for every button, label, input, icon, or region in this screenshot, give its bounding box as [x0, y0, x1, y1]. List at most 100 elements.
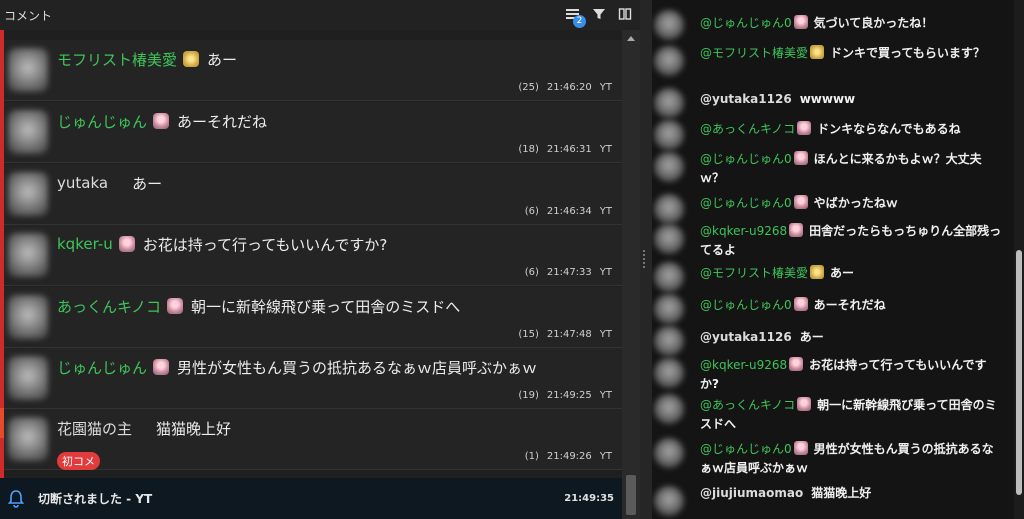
chat-username[interactable]: @じゅんじゅん0	[700, 196, 792, 210]
chat-username[interactable]: @モフリスト椿美愛	[700, 46, 808, 60]
filter-button[interactable]	[590, 5, 608, 23]
chat-message: @モフリスト椿美愛 あー	[700, 264, 1002, 283]
chat-text: ドンキならなんでもあるね	[817, 122, 961, 136]
first-comment-badge: 初コメ	[57, 452, 100, 470]
split-view-button[interactable]	[616, 5, 634, 23]
divider-grip-icon[interactable]	[643, 258, 645, 260]
comment-text: あーそれだね	[177, 112, 268, 131]
chat-username[interactable]: @じゅんじゅん0	[700, 442, 792, 456]
comment-count: (1)	[524, 451, 539, 462]
comment-count: (25)	[518, 82, 539, 93]
bell-icon	[8, 489, 24, 508]
commenter-name[interactable]: あっくんキノコ	[57, 296, 161, 317]
comment-time: 21:46:34	[546, 206, 592, 217]
comment-time: 21:46:31	[546, 144, 592, 155]
comment-meta: (6) 21:46:34 YT	[517, 206, 612, 217]
comment-list[interactable]: モフリスト椿美愛 あー (25) 21:46:20 YT じゅんじゅん あーそれだね (18)…	[0, 30, 622, 478]
emoji-icon	[793, 195, 808, 209]
emoji-icon	[118, 236, 135, 252]
comment-row[interactable]: モフリスト椿美愛 あー (25) 21:46:20 YT	[4, 40, 622, 101]
commenter-name[interactable]: じゅんじゅん	[57, 111, 147, 132]
chat-message: @じゅんじゅん0 やばかったねｗ	[700, 194, 1002, 213]
scroll-up-arrow-icon[interactable]	[627, 36, 635, 41]
avatar	[8, 295, 48, 339]
live-chat-scrollbar-thumb[interactable]	[1016, 250, 1022, 495]
chat-username[interactable]: @モフリスト椿美愛	[700, 266, 808, 280]
chat-text: 気づいて良かったね！	[813, 16, 934, 30]
divider-grip-icon[interactable]	[643, 262, 645, 264]
chat-username[interactable]: @kqker-u9268	[700, 358, 787, 372]
commenter-name[interactable]: じゅんじゅん	[57, 357, 147, 378]
chat-username[interactable]: @kqker-u9268	[700, 224, 787, 238]
comment-panel-header: コメント 2	[0, 0, 640, 30]
comment-time: 21:49:25	[546, 390, 592, 401]
comment-main: kqker-u お花は持って行ってもいいんですか?	[57, 233, 612, 255]
comment-row[interactable]: 花園猫の主 猫猫晚上好初コメ (1) 21:49:26 YT	[4, 409, 622, 470]
chat-username[interactable]: @あっくんキノコ	[700, 122, 795, 136]
avatar	[654, 88, 684, 118]
comment-meta: (1) 21:49:26 YT	[517, 451, 612, 462]
chat-message: @kqker-u9268 田舎だったらもっちゅりん全部残ってるよ	[700, 222, 1002, 260]
emoji-icon	[793, 441, 808, 455]
commenter-name[interactable]: モフリスト椿美愛	[57, 49, 177, 70]
comment-time: 21:47:33	[546, 267, 592, 278]
comment-row[interactable]: yutaka あー (6) 21:46:34 YT	[4, 164, 622, 225]
comment-row[interactable]: あっくんキノコ 朝一に新幹線飛び乗って田舎のミスドへ (15) 21:47:48 YT	[4, 287, 622, 348]
chat-message: @じゅんじゅん0 ほんとに来るかもよｗ？大丈夫ｗ？	[700, 150, 1002, 188]
comment-count: (18)	[518, 144, 539, 155]
comment-source: YT	[599, 390, 612, 401]
avatar	[8, 110, 48, 154]
avatar	[654, 10, 684, 40]
chat-text: あー	[830, 266, 855, 280]
chat-username[interactable]: @あっくんキノコ	[700, 398, 795, 412]
divider-grip-icon[interactable]	[643, 266, 645, 268]
chat-username[interactable]: @じゅんじゅん0	[700, 152, 792, 166]
chat-message: @あっくんキノコ ドンキならなんでもあるね	[700, 120, 1002, 139]
chat-username[interactable]: @yutaka1126	[700, 92, 792, 106]
panel-divider[interactable]	[640, 0, 652, 519]
emoji-icon	[153, 359, 170, 375]
scrollbar-thumb[interactable]	[626, 475, 636, 515]
status-text: 切断されました - YT	[38, 492, 153, 506]
columns-icon	[618, 8, 632, 20]
avatar	[654, 394, 684, 424]
comment-row[interactable]: じゅんじゅん あーそれだね (18) 21:46:31 YT	[4, 102, 622, 163]
commenter-name[interactable]: kqker-u	[57, 235, 113, 253]
emoji-icon	[153, 113, 170, 129]
chat-message: @yutaka1126 wwwww	[700, 90, 1002, 109]
avatar	[654, 152, 684, 182]
comment-source: YT	[599, 206, 612, 217]
comment-meta: (18) 21:46:31 YT	[510, 144, 612, 155]
queue-button[interactable]: 2	[564, 5, 586, 28]
chat-message: @モフリスト椿美愛 ドンキで買ってもらいます？	[700, 44, 1002, 63]
chat-text: ドンキで買ってもらいます？	[830, 46, 985, 60]
chat-message: @kqker-u9268 お花は持って行ってもいいんですか?	[700, 356, 1002, 394]
avatar	[654, 486, 684, 516]
live-chat-panel[interactable]: @じゅんじゅん0 気づいて良かったね！ @モフリスト椿美愛 ドンキで買ってもらいます？…	[652, 0, 1024, 519]
emoji-icon	[793, 151, 808, 165]
chat-text: あー	[799, 330, 824, 344]
comment-list-scrollbar[interactable]	[622, 30, 640, 519]
divider-grip-icon[interactable]	[643, 254, 645, 256]
connection-status-bar: 切断されました - YT 21:49:35	[0, 478, 622, 519]
comment-source: YT	[599, 267, 612, 278]
avatar	[654, 358, 684, 388]
chat-username[interactable]: @jiujiumaomao	[700, 486, 803, 500]
chat-username[interactable]: @じゅんじゅん0	[700, 16, 792, 30]
comment-text: 猫猫晚上好	[156, 419, 232, 438]
chat-text: あーそれだね	[813, 298, 886, 312]
comment-row[interactable]: じゅんじゅん 男性が女性もん買うの抵抗あるなぁｗ店員呼ぶかぁｗ (19) 21:49:…	[4, 348, 622, 409]
chat-username[interactable]: @yutaka1126	[700, 330, 792, 344]
commenter-name[interactable]: 花園猫の主	[57, 418, 132, 439]
chat-message: @じゅんじゅん0 あーそれだね	[700, 296, 1002, 315]
chat-username[interactable]: @じゅんじゅん0	[700, 298, 792, 312]
emoji-icon	[793, 15, 808, 29]
emoji-icon	[810, 265, 825, 279]
commenter-name[interactable]: yutaka	[57, 174, 108, 192]
comment-text: 朝一に新幹線飛び乗って田舎のミスドへ	[190, 297, 461, 316]
emoji-icon	[789, 223, 804, 237]
avatar	[654, 438, 684, 468]
comment-row[interactable]: kqker-u お花は持って行ってもいいんですか? (6) 21:47:33 YT	[4, 225, 622, 286]
divider-grip-icon[interactable]	[643, 250, 645, 252]
live-chat-scrollbar[interactable]	[1014, 0, 1024, 519]
